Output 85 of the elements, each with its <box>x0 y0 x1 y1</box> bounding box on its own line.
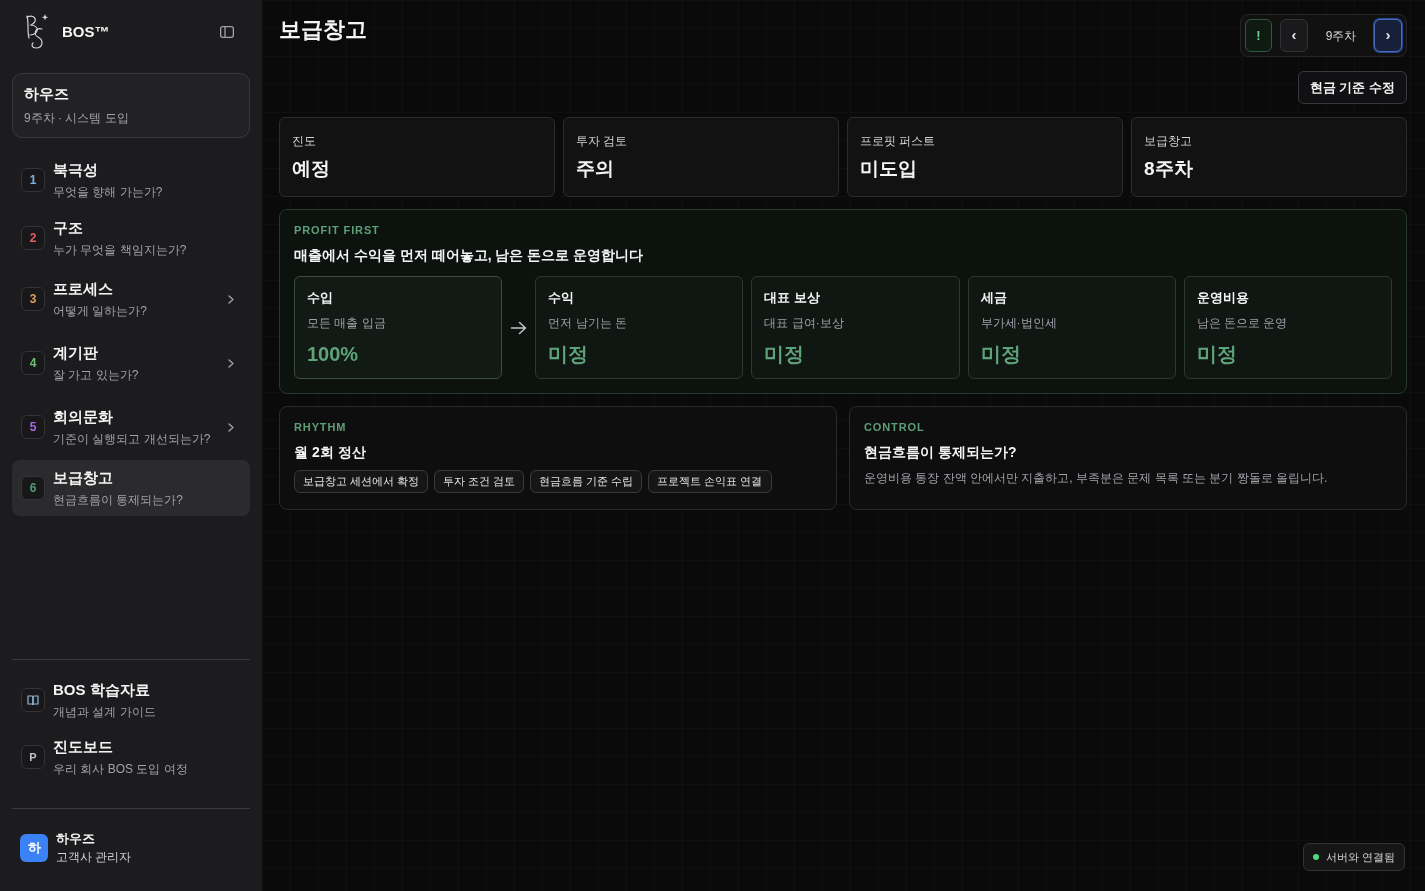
account-value: 미정 <box>1196 342 1238 367</box>
section-title: 현금흐름이 통제되는가? <box>864 443 1018 462</box>
nav-item[interactable]: 2 구조 누가 무엇을 책임지는가? <box>12 210 250 266</box>
stat-label: 보급창고 <box>1144 133 1193 149</box>
status-label: 서버와 연결됨 <box>1325 849 1395 865</box>
stat-label: 프로핏 퍼스트 <box>860 133 937 149</box>
week-label: 9주차 <box>1324 27 1358 45</box>
tag: 현금흐름 기준 수립 <box>530 470 643 493</box>
nav-item[interactable]: 6 보급창고 현금흐름이 통제되는가? <box>12 460 250 516</box>
user-name: 하우즈 <box>56 830 96 848</box>
account-value: 미정 <box>764 342 806 367</box>
resource-title: 진도보드 <box>53 737 114 757</box>
nav-title: 보급창고 <box>53 468 114 488</box>
stat-value: 주의 <box>576 157 615 181</box>
account-title: 세금 <box>980 290 1008 306</box>
nav-subtitle: 현금흐름이 통제되는가? <box>53 492 183 508</box>
nav-item[interactable]: 5 회의문화 기준이 실행되고 개선되는가? <box>12 399 250 455</box>
workspace-card[interactable]: 하우즈 9주차 · 시스템 도입 <box>12 73 250 138</box>
stat-value: 예정 <box>292 157 331 181</box>
stat-label: 투자 검토 <box>576 133 629 149</box>
brand-name: BOS™ <box>62 21 110 42</box>
section-eyebrow: RHYTHM <box>294 420 348 435</box>
avatar: 하 <box>20 834 48 862</box>
previous-week-button[interactable]: ‹ <box>1280 19 1308 52</box>
nav-item[interactable]: 3 프로세스 어떻게 일하는가? <box>12 271 250 327</box>
nav-item[interactable]: 1 북극성 무엇을 향해 가는가? <box>12 152 250 208</box>
section-title: 월 2회 정산 <box>294 443 367 462</box>
letter-badge: P <box>21 745 45 769</box>
account-subtitle: 남은 돈으로 운영 <box>1196 315 1289 331</box>
nav-title: 북극성 <box>53 160 99 180</box>
page-title: 보급창고 <box>279 16 367 44</box>
chevron-right-icon <box>228 294 234 304</box>
account-title: 수입 <box>307 290 334 306</box>
step-number: 3 <box>21 287 45 311</box>
section-eyebrow: PROFIT FIRST <box>294 223 381 238</box>
account-value: 미정 <box>980 342 1022 367</box>
chevron-right-icon <box>228 422 234 432</box>
account-title: 수익 <box>548 290 576 306</box>
nav-title: 프로세스 <box>53 279 114 299</box>
step-number: 6 <box>21 476 45 500</box>
nav-title: 계기판 <box>53 343 99 363</box>
alert-button[interactable]: ! <box>1245 19 1272 52</box>
step-number: 5 <box>21 415 45 439</box>
account-value: 100% <box>307 342 360 367</box>
account-title: 운영비용 <box>1196 290 1250 306</box>
arrow-right-icon <box>510 320 528 335</box>
nav-title: 회의문화 <box>53 407 114 427</box>
account-subtitle: 모든 매출 입금 <box>307 315 387 331</box>
chevron-right-icon <box>228 358 234 368</box>
stat-value: 8주차 <box>1144 157 1194 181</box>
section-eyebrow: CONTROL <box>864 420 926 435</box>
next-week-button[interactable]: › <box>1374 19 1402 52</box>
nav-title: 구조 <box>53 218 84 238</box>
nav-subtitle: 잘 가고 있는가? <box>53 367 139 383</box>
tag: 보급창고 세션에서 확정 <box>294 470 429 493</box>
stat-label: 진도 <box>292 133 317 149</box>
resource-link[interactable]: P 진도보드 우리 회사 BOS 도입 여정 <box>12 731 250 783</box>
nav-subtitle: 누가 무엇을 책임지는가? <box>53 242 187 258</box>
nav-subtitle: 어떻게 일하는가? <box>53 303 147 319</box>
nav-subtitle: 무엇을 향해 가는가? <box>53 184 163 200</box>
section-heading: 매출에서 수익을 먼저 떼어놓고, 남은 돈으로 운영합니다 <box>294 246 645 265</box>
section-description: 운영비용 통장 잔액 안에서만 지출하고, 부족분은 문제 목록 또는 분기 짱돌로 올립니다. <box>864 470 1329 486</box>
workspace-name: 하우즈 <box>24 84 70 104</box>
account-subtitle: 대표 급여·보상 <box>764 315 845 331</box>
sidebar-toggle-icon[interactable] <box>220 26 234 38</box>
user-role: 고객사 관리자 <box>56 849 132 866</box>
step-number: 2 <box>21 226 45 250</box>
resource-title: BOS 학습자료 <box>53 680 151 700</box>
account-subtitle: 부가세·법인세 <box>980 315 1058 331</box>
tag: 프로젝트 손익표 연결 <box>648 470 772 493</box>
resource-subtitle: 우리 회사 BOS 도입 여정 <box>53 761 188 777</box>
book-icon <box>21 688 45 712</box>
step-number: 4 <box>21 351 45 375</box>
resource-link[interactable]: BOS 학습자료 개념과 설계 가이드 <box>12 674 250 726</box>
stat-value: 미도입 <box>860 157 918 181</box>
nav-subtitle: 기준이 실행되고 개선되는가? <box>53 431 211 447</box>
step-number: 1 <box>21 168 45 192</box>
edit-cash-standard-button[interactable]: 현금 기준 수정 <box>1297 71 1407 104</box>
workspace-subtitle: 9주차 · 시스템 도입 <box>24 110 130 126</box>
resource-subtitle: 개념과 설계 가이드 <box>53 704 156 720</box>
nav-item[interactable]: 4 계기판 잘 가고 있는가? <box>12 335 250 391</box>
tag: 투자 조건 검토 <box>434 470 525 493</box>
account-subtitle: 먼저 남기는 돈 <box>548 315 628 331</box>
account-title: 대표 보상 <box>764 290 822 306</box>
account-value: 미정 <box>548 342 590 367</box>
